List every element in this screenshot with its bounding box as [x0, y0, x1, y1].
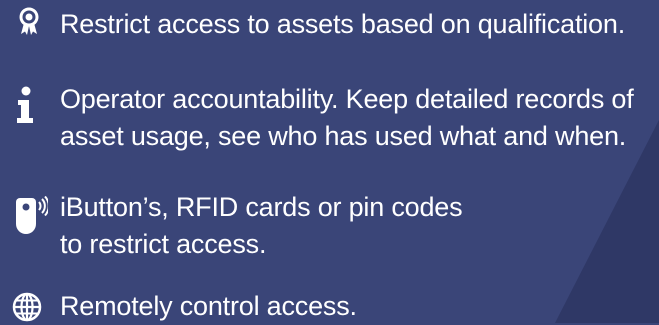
feature-line: Restrict access to assets based on quali… — [60, 9, 625, 39]
feature-line: to restrict access. — [60, 229, 267, 259]
rfid-fob-icon — [16, 196, 48, 234]
feature-text-accountability: Operator accountability. Keep detailed r… — [60, 81, 634, 155]
feature-text-remote: Remotely control access. — [60, 288, 357, 325]
feature-text-qualification: Restrict access to assets based on quali… — [60, 6, 625, 43]
award-ribbon-icon — [19, 7, 39, 35]
feature-line: iButton’s, RFID cards or pin codes — [60, 192, 463, 222]
feature-line: Remotely control access. — [60, 291, 357, 321]
feature-line: Operator accountability. Keep detailed r… — [60, 84, 634, 114]
background-shape — [555, 120, 659, 323]
feature-text-rfid: iButton’s, RFID cards or pin codes to re… — [60, 189, 463, 263]
info-icon — [17, 86, 33, 123]
feature-line: asset usage, see who has used what and w… — [60, 121, 627, 151]
globe-icon — [12, 292, 42, 322]
